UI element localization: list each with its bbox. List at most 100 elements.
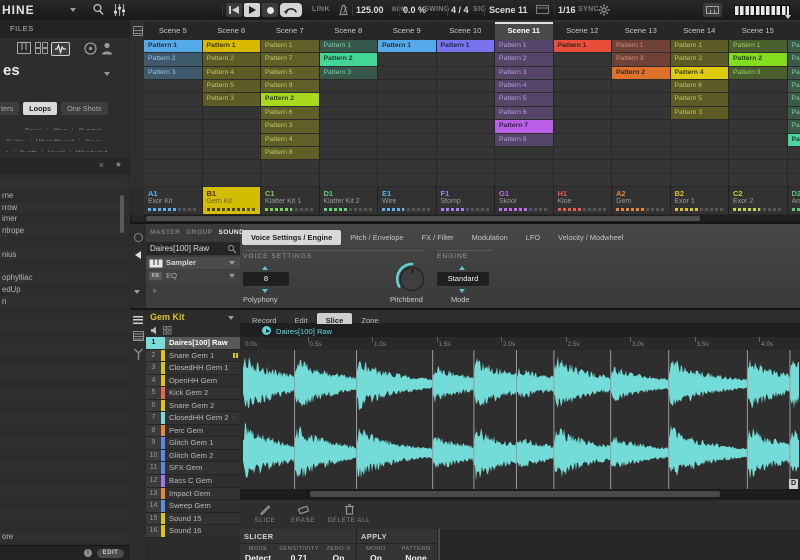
group-cell[interactable]: D2 Am <box>787 187 800 214</box>
pattern-slot[interactable] <box>202 120 260 134</box>
add-plugin-button[interactable]: + <box>152 286 157 296</box>
pattern-cell[interactable]: Pattern 1 <box>670 40 728 54</box>
list-item[interactable] <box>0 354 127 366</box>
pattern-cell[interactable]: Pattern 1 <box>729 40 787 54</box>
pattern-cell[interactable]: Pattern 1 <box>787 40 800 54</box>
list-item[interactable] <box>0 401 127 413</box>
mode-down-icon[interactable] <box>459 289 465 293</box>
pattern-slot[interactable] <box>378 66 436 81</box>
pattern-slot[interactable] <box>319 173 377 187</box>
pad-row[interactable]: 3 ClosedHH Gem 1 <box>146 362 240 375</box>
pattern-slot[interactable] <box>495 146 553 161</box>
pattern-cell[interactable]: Pattern 2 <box>261 93 319 107</box>
pad-row[interactable]: 7 ClosedHH Gem 2 ·· <box>146 412 240 425</box>
pattern-slot[interactable] <box>729 133 787 147</box>
close-icon[interactable]: × <box>99 160 104 170</box>
scene-tab[interactable]: Scene 7 <box>261 22 319 40</box>
pattern-slot[interactable] <box>553 120 611 134</box>
scene-tab[interactable]: Scene 5 <box>144 22 202 40</box>
scene-tab[interactable]: Scene 6 <box>202 22 260 40</box>
pattern-cell[interactable]: Pattern 1 <box>553 40 611 54</box>
list-item[interactable] <box>0 460 127 472</box>
pad-row[interactable]: 16 Sound 16 <box>146 525 240 538</box>
pattern-slot[interactable] <box>729 146 787 161</box>
pattern-slot[interactable] <box>202 173 260 187</box>
pitchbend-knob[interactable] <box>394 262 430 298</box>
scene-tab[interactable]: Scene 8 <box>319 22 377 40</box>
pattern-slot[interactable] <box>670 160 728 174</box>
engine-mode-stepper[interactable]: Standard <box>437 272 489 286</box>
tag-chip[interactable]: Vocal <box>43 149 71 152</box>
record-button[interactable] <box>262 3 278 17</box>
pattern-slot[interactable] <box>378 53 436 67</box>
param-field[interactable]: MONO On <box>357 546 395 560</box>
pad-row[interactable]: 12 Bass C Gem <box>146 475 240 488</box>
pattern-cell[interactable]: Pattern 1 <box>144 40 202 54</box>
browser-product-title[interactable]: es <box>3 62 20 79</box>
list-item[interactable]: rrow <box>0 201 127 214</box>
scene-tab[interactable]: Scene 14 <box>670 22 728 40</box>
list-item[interactable] <box>0 495 127 507</box>
pad-row[interactable]: 8 Perc Gem <box>146 424 240 438</box>
scope-tab-master[interactable]: MASTER <box>150 229 180 236</box>
scene-tab[interactable]: Scene 15 <box>729 22 787 40</box>
group-cell[interactable]: C2 Exor 2 <box>729 187 788 214</box>
scene-tab[interactable] <box>787 22 800 40</box>
pattern-cell[interactable]: Pattern 3 <box>319 66 377 81</box>
pattern-cell[interactable]: Pattern 4 <box>787 80 800 94</box>
pattern-cell[interactable]: Pattern 6 <box>261 106 319 121</box>
pattern-slot[interactable] <box>436 160 494 174</box>
pattern-slot[interactable] <box>612 133 670 147</box>
group-cell[interactable]: C1 Klatter Kit 1 <box>261 187 320 214</box>
list-item[interactable]: imer <box>0 213 127 225</box>
scene-tab[interactable]: Scene 9 <box>378 22 436 40</box>
slice-tool-button[interactable]: SLICE <box>248 504 282 524</box>
waveform-drag-handle[interactable]: D <box>789 479 798 489</box>
list-item[interactable]: nius <box>0 248 127 261</box>
pattern-slot[interactable] <box>729 120 787 134</box>
bpm-value[interactable]: 125.00 <box>356 5 384 15</box>
list-item[interactable]: rne <box>0 189 127 202</box>
param-field[interactable]: ZERO-X On <box>322 546 355 560</box>
pattern-slot[interactable] <box>729 93 787 107</box>
pattern-slot[interactable] <box>319 120 377 134</box>
chevron-down-icon[interactable] <box>134 290 140 294</box>
parameter-page-tab[interactable]: Velocity / Modwheel <box>549 230 632 245</box>
pattern-slot[interactable] <box>144 160 202 174</box>
pattern-slot[interactable] <box>261 173 319 187</box>
pattern-cell[interactable]: Pattern 7 <box>787 120 800 134</box>
pattern-slot[interactable] <box>436 146 494 161</box>
pattern-cell[interactable]: Pattern 1 <box>261 40 319 54</box>
pattern-slot[interactable] <box>378 106 436 121</box>
loop-button[interactable] <box>280 3 302 17</box>
group-dropdown-icon[interactable] <box>228 316 234 320</box>
swing-value[interactable]: 0.0 % <box>403 5 426 15</box>
pad-row[interactable]: 9 Glitch Gem 1 <box>146 437 240 450</box>
pad-row[interactable]: 13 Impact Gem <box>146 487 240 501</box>
content-type-chip[interactable]: ters <box>0 102 20 115</box>
pattern-slot[interactable] <box>261 160 319 174</box>
pattern-slot[interactable] <box>612 120 670 134</box>
pattern-cell[interactable]: Pattern 1 <box>202 40 260 54</box>
pattern-cell[interactable]: Pattern 2 <box>612 66 670 81</box>
pattern-cell[interactable]: Pattern 2 <box>202 53 260 67</box>
parameter-page-tab[interactable]: LFO <box>517 230 549 245</box>
play-sample-icon[interactable] <box>262 326 271 335</box>
group-cell[interactable]: B1 Gem Kit <box>202 187 261 214</box>
list-item[interactable] <box>0 507 127 519</box>
pattern-slot[interactable] <box>144 146 202 161</box>
pattern-slot[interactable] <box>436 173 494 187</box>
info-icon[interactable]: i <box>84 549 92 557</box>
list-item[interactable]: edUp <box>0 283 127 296</box>
pattern-slot[interactable] <box>670 133 728 147</box>
pattern-slot[interactable] <box>553 80 611 94</box>
pattern-cell[interactable]: Pattern 5 <box>787 93 800 107</box>
pattern-slot[interactable] <box>612 160 670 174</box>
pattern-slot[interactable] <box>202 146 260 161</box>
group-cell[interactable]: G1 Skool <box>495 187 554 214</box>
search-icon[interactable] <box>92 3 105 16</box>
pattern-cell[interactable]: Pattern 3 <box>144 66 202 81</box>
pad-list-header[interactable]: Gem Kit <box>146 310 240 324</box>
pad-row[interactable]: 10 Glitch Gem 2 <box>146 449 240 463</box>
param-field[interactable]: SENSITIVITY 0.71 <box>276 546 322 560</box>
